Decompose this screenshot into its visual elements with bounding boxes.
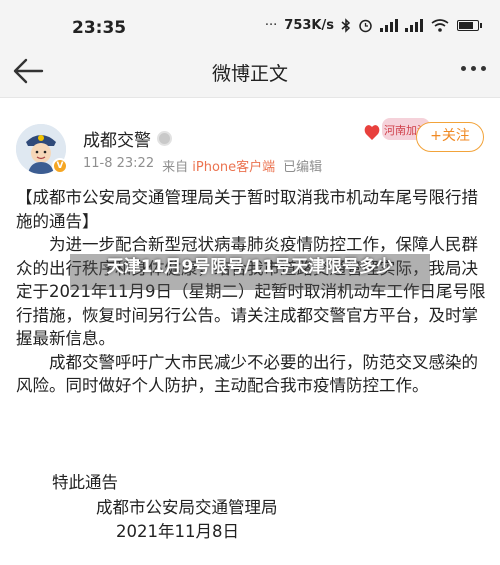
post-source: 来自 iPhone客户端 bbox=[162, 156, 275, 175]
post-timestamp: 11-8 23:22 bbox=[83, 156, 155, 171]
post-meta: 11-8 23:22 来自 iPhone客户端 已编辑 bbox=[83, 156, 322, 175]
bluetooth-icon bbox=[341, 18, 351, 33]
member-badge-icon bbox=[157, 131, 172, 146]
status-bar: 23:35 ··· 753K/s bbox=[0, 0, 500, 44]
post-body: 【成都市公安局交通管理局关于暂时取消我市机动车尾号限行措施的通告】 为进一步配合… bbox=[16, 186, 486, 398]
overlay-text: 天津11月9号限号/11号天津限号多少 bbox=[106, 257, 394, 277]
nav-bar: 微博正文 bbox=[0, 44, 500, 98]
article-heading: 【成都市公安局交通管理局关于暂时取消我市机动车尾号限行措施的通告】 bbox=[16, 188, 478, 231]
more-options-icon[interactable] bbox=[461, 66, 486, 71]
signer-line: 成都市公安局交通管理局 bbox=[96, 498, 278, 517]
wifi-icon bbox=[431, 19, 449, 32]
author-row: 成都交警 bbox=[83, 126, 172, 151]
article-paragraph-1: 为进一步配合新型冠状病毒肺炎疫情防控工作，保障人民群众的出行秩序和身体健康，结合… bbox=[16, 235, 486, 348]
alarm-icon bbox=[359, 19, 372, 33]
follow-button[interactable]: +关注 bbox=[416, 122, 484, 152]
notification-dots: ··· bbox=[264, 18, 278, 33]
verified-badge-icon: V bbox=[52, 158, 68, 174]
signal-icon-1 bbox=[380, 19, 398, 32]
source-prefix: 来自 bbox=[162, 160, 189, 175]
article-paragraph-2: 成都交警呼吁广大市民减少不必要的出行，防范交叉感染的风险。同时做好个人防护，主动… bbox=[16, 352, 478, 396]
clock: 23:35 bbox=[72, 18, 127, 38]
signal-icon-2 bbox=[405, 19, 423, 32]
page-title: 微博正文 bbox=[211, 63, 288, 85]
status-icons: ··· 753K/s bbox=[265, 18, 482, 33]
title-overlay: 天津11月9号限号/11号天津限号多少 bbox=[30, 254, 470, 290]
notice-line: 特此通告 bbox=[52, 473, 118, 492]
network-speed: 753K/s bbox=[284, 18, 334, 33]
battery-icon bbox=[457, 20, 482, 31]
edited-label[interactable]: 已编辑 bbox=[283, 156, 322, 175]
date-line: 2021年11月8日 bbox=[116, 522, 239, 541]
source-client[interactable]: iPhone客户端 bbox=[192, 160, 275, 175]
author-name[interactable]: 成都交警 bbox=[83, 126, 151, 151]
